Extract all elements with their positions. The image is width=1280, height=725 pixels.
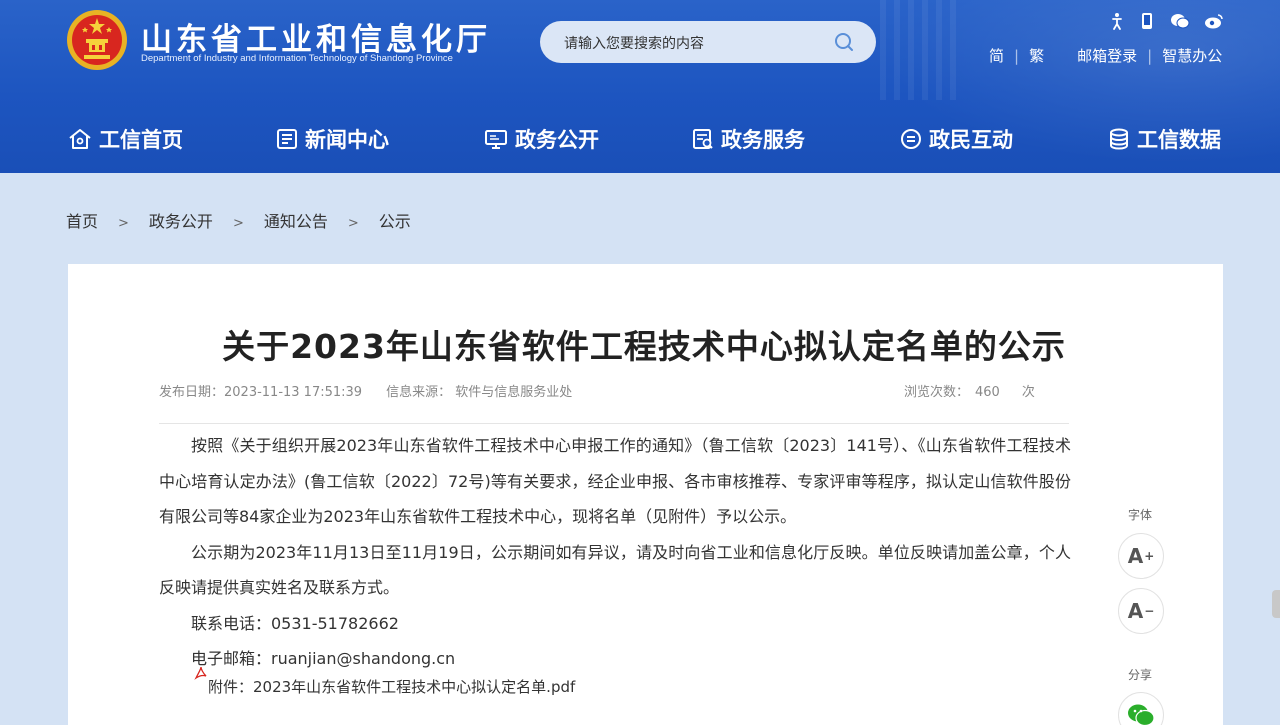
contact-phone: 联系电话：0531-51782662 (191, 613, 399, 633)
simplified-link[interactable]: 简 (989, 45, 1004, 66)
home-icon (69, 129, 91, 149)
site-subtitle: Department of Industry and Information T… (141, 53, 453, 64)
smart-office-link[interactable]: 智慧办公 (1162, 45, 1222, 66)
weibo-icon[interactable] (1204, 12, 1223, 30)
breadcrumb-home[interactable]: 首页 (66, 208, 98, 232)
breadcrumb-notices[interactable]: 通知公告 (264, 208, 328, 232)
pdf-icon (194, 666, 207, 680)
separator: | (1014, 47, 1020, 65)
top-links: 简 | 繁 | 邮箱登录 | 智慧办公 (989, 45, 1222, 65)
mail-login-link[interactable]: 邮箱登录 (1077, 45, 1137, 66)
info-source: 信息来源： 软件与信息服务业处 (386, 385, 573, 400)
breadcrumb-gov-open[interactable]: 政务公开 (149, 208, 213, 232)
site-header: 山东省工业和信息化厅 Department of Industry and In… (0, 0, 1280, 173)
monitor-icon (485, 130, 507, 149)
nav-label: 政务公开 (515, 128, 599, 152)
views-label: 浏览次数： (904, 385, 970, 400)
national-emblem-icon[interactable] (66, 9, 128, 71)
plus-icon: + (1144, 549, 1155, 563)
news-icon (277, 129, 297, 149)
mobile-icon[interactable] (1138, 12, 1156, 30)
article-meta: 发布日期：2023-11-13 17:51:39 信息来源： 软件与信息服务业处 (159, 381, 572, 400)
breadcrumb: 首页 > 政务公开 > 通知公告 > 公示 (66, 208, 411, 232)
traditional-link[interactable]: 繁 (1029, 45, 1044, 66)
wechat-share-icon (1128, 704, 1155, 725)
publish-date: 发布日期：2023-11-13 17:51:39 (159, 385, 363, 400)
views-unit: 次 (1021, 385, 1035, 400)
nav-label: 工信数据 (1137, 128, 1221, 152)
nav-label: 工信首页 (99, 128, 183, 152)
service-icon (693, 129, 713, 149)
search-box[interactable]: 请输入您要搜索的内容 (540, 21, 876, 63)
breadcrumb-publicity[interactable]: 公示 (379, 208, 411, 232)
nav-item-home[interactable]: 工信首页 (68, 124, 183, 154)
breadcrumb-separator: > (347, 216, 359, 231)
minus-icon: − (1144, 604, 1155, 618)
views-count: 460 (975, 385, 1000, 400)
accessibility-icon[interactable] (1108, 12, 1126, 30)
font-size-label: 字体 (1128, 508, 1153, 522)
view-count: 浏览次数： 460 次 (904, 381, 1035, 400)
nav-label: 政务服务 (721, 128, 805, 152)
nav-item-gov-open[interactable]: 政务公开 (484, 124, 599, 154)
nav-item-news[interactable]: 新闻中心 (276, 124, 389, 154)
font-increase-button[interactable]: A + (1118, 533, 1164, 579)
chat-icon (901, 129, 921, 149)
breadcrumb-separator: > (118, 216, 129, 231)
header-building-watermark (880, 0, 960, 100)
body-paragraph: 公示期为2023年11月13日至11月19日，公示期间如有异议，请及时向省工业和… (159, 542, 1071, 598)
scrollbar-thumb[interactable] (1272, 590, 1280, 618)
body-paragraph: 按照《关于组织开展2023年山东省软件工程技术中心申报工作的通知》（鲁工信软〔2… (159, 436, 1071, 526)
nav-label: 政民互动 (929, 128, 1013, 152)
font-increase-label: A (1127, 544, 1144, 568)
database-icon (1110, 128, 1128, 150)
nav-item-gov-service[interactable]: 政务服务 (692, 124, 805, 154)
attachment-label[interactable]: 附件：2023年山东省软件工程技术中心拟认定名单.pdf (208, 676, 575, 697)
article-title: 关于2023年山东省软件工程技术中心拟认定名单的公示 (222, 327, 1066, 366)
nav-item-interaction[interactable]: 政民互动 (900, 124, 1013, 154)
search-input[interactable]: 请输入您要搜索的内容 (564, 33, 704, 53)
meta-divider (159, 423, 1069, 424)
main-nav: 工信首页 新闻中心 政务公开 政务服务 政民互动 工信数据 (0, 110, 1280, 170)
separator: | (1147, 47, 1153, 65)
nav-label: 新闻中心 (305, 128, 389, 152)
contact-email: 电子邮箱：ruanjian@shandong.cn (191, 649, 456, 668)
breadcrumb-separator: > (232, 216, 244, 231)
font-decrease-label: A (1127, 599, 1144, 623)
font-decrease-button[interactable]: A − (1118, 588, 1164, 634)
spacer: | (1058, 47, 1063, 65)
article-card: 关于2023年山东省软件工程技术中心拟认定名单的公示 发布日期：2023-11-… (68, 264, 1223, 725)
wechat-icon[interactable] (1170, 12, 1190, 30)
search-icon[interactable] (834, 32, 854, 52)
share-label: 分享 (1128, 668, 1153, 682)
article-body: 按照《关于组织开展2023年山东省软件工程技术中心申报工作的通知》（鲁工信软〔2… (159, 428, 1071, 677)
nav-item-data[interactable]: 工信数据 (1108, 124, 1221, 154)
